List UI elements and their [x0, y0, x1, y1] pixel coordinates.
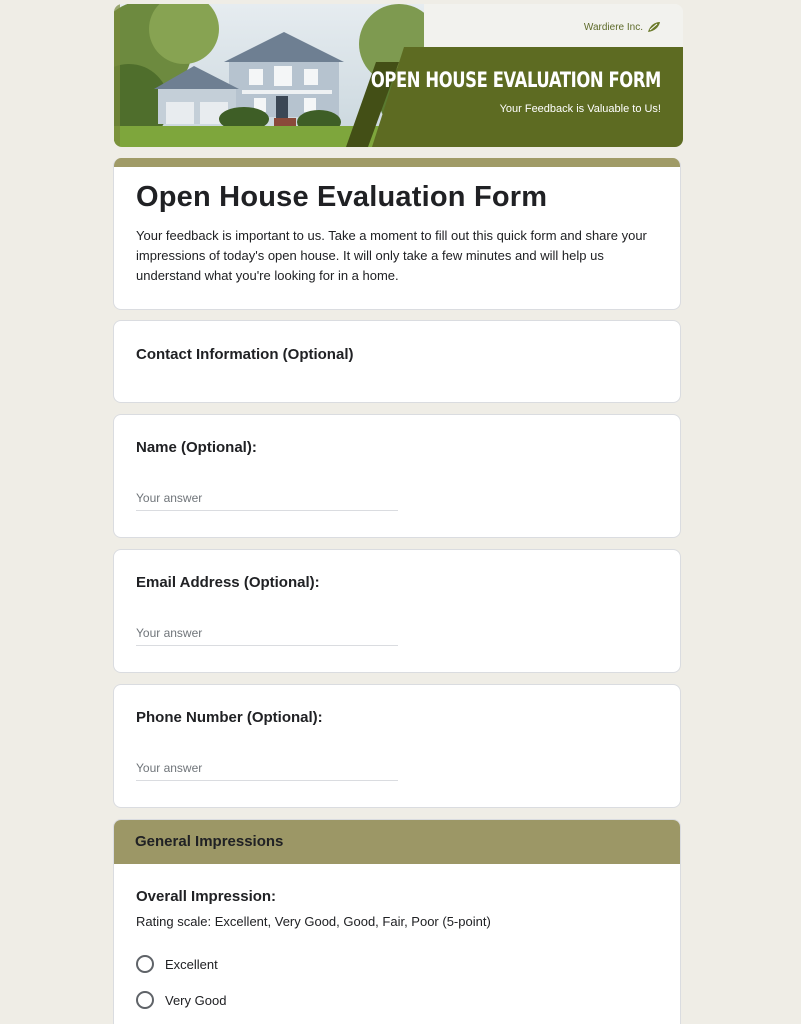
form-title: Open House Evaluation Form	[136, 181, 548, 213]
question-label-phone: Phone Number (Optional):	[136, 709, 323, 726]
contact-section-title: Contact Information (Optional)	[136, 346, 354, 363]
brand-name: Wardiere Inc.	[583, 21, 643, 33]
rating-scale-hint: Rating scale: Excellent, Very Good, Good…	[136, 914, 491, 929]
header-banner: Wardiere Inc. OPEN HOUSE EVALUATION FORM…	[114, 4, 683, 147]
leaf-icon	[648, 22, 660, 32]
general-impressions-card: General Impressions Overall Impression: …	[113, 819, 681, 1024]
name-input[interactable]	[136, 489, 398, 511]
contact-section-card: Contact Information (Optional)	[113, 320, 681, 403]
radio-option-label: Very Good	[165, 992, 227, 1008]
question-label-email: Email Address (Optional):	[136, 574, 320, 591]
question-card-phone: Phone Number (Optional):	[113, 684, 681, 808]
general-section-title: General Impressions	[135, 833, 284, 850]
intro-accent-bar	[114, 158, 680, 167]
brand-logo: Wardiere Inc.	[584, 21, 661, 33]
form-description: Your feedback is important to us. Take a…	[136, 228, 647, 283]
radio-option-label: Excellent	[165, 956, 218, 972]
question-card-email: Email Address (Optional):	[113, 549, 681, 673]
phone-input[interactable]	[136, 759, 398, 781]
question-label-name: Name (Optional):	[136, 439, 257, 456]
form-page: Wardiere Inc. OPEN HOUSE EVALUATION FORM…	[0, 0, 801, 1024]
overall-impression-label: Overall Impression:	[136, 888, 277, 905]
radio-option-very-good[interactable]: Very Good	[136, 991, 226, 1009]
question-card-name: Name (Optional):	[113, 414, 681, 538]
banner-subtitle: Your Feedback is Valuable to Us!	[499, 103, 661, 115]
radio-button[interactable]	[136, 955, 154, 973]
general-section-header: General Impressions	[114, 820, 680, 864]
form-intro-card: Open House Evaluation Form Your feedback…	[113, 158, 681, 310]
radio-button[interactable]	[136, 991, 154, 1009]
banner-title: OPEN HOUSE EVALUATION FORM	[370, 68, 662, 92]
radio-option-excellent[interactable]: Excellent	[136, 955, 218, 973]
email-input[interactable]	[136, 624, 398, 646]
